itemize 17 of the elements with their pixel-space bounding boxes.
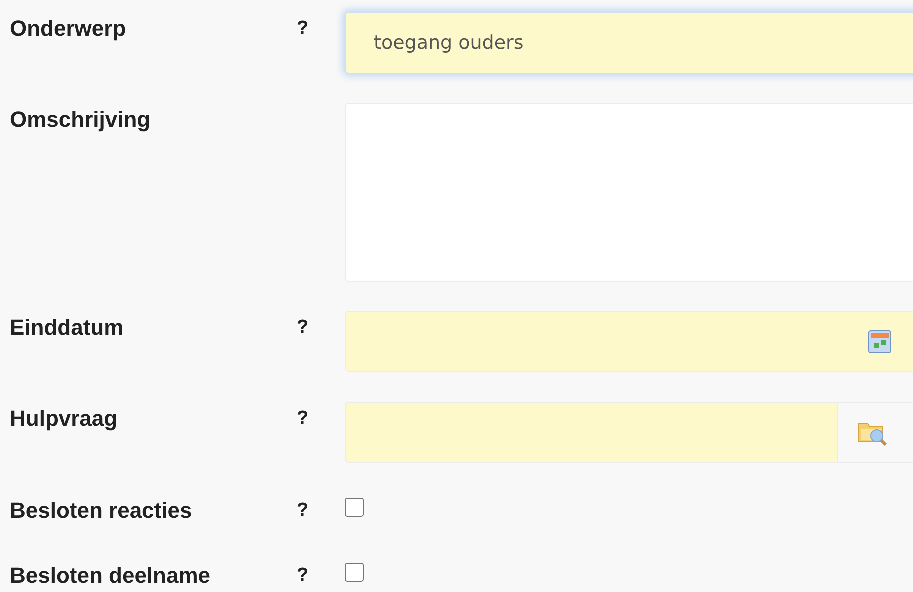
help-link[interactable]: ? <box>297 563 309 589</box>
help-link[interactable]: ? <box>297 498 309 524</box>
subject-field[interactable]: toegang ouders <box>345 12 913 74</box>
field-label: Einddatum <box>9 315 125 341</box>
field-label: Hulpvraag <box>9 406 119 432</box>
field-label: Besloten deelname <box>9 563 212 589</box>
calendar-icon[interactable] <box>868 330 892 354</box>
date-field[interactable] <box>345 311 913 372</box>
help-link[interactable]: ? <box>297 406 309 432</box>
checkbox[interactable] <box>345 563 364 582</box>
field-label: Onderwerp <box>9 16 128 42</box>
help-link[interactable]: ? <box>297 315 309 341</box>
lookup-field[interactable] <box>345 402 913 463</box>
help-link[interactable]: ? <box>297 16 309 42</box>
checkbox[interactable] <box>345 498 364 517</box>
field-label: Omschrijving <box>9 107 152 133</box>
field-label: Besloten reacties <box>9 498 194 524</box>
